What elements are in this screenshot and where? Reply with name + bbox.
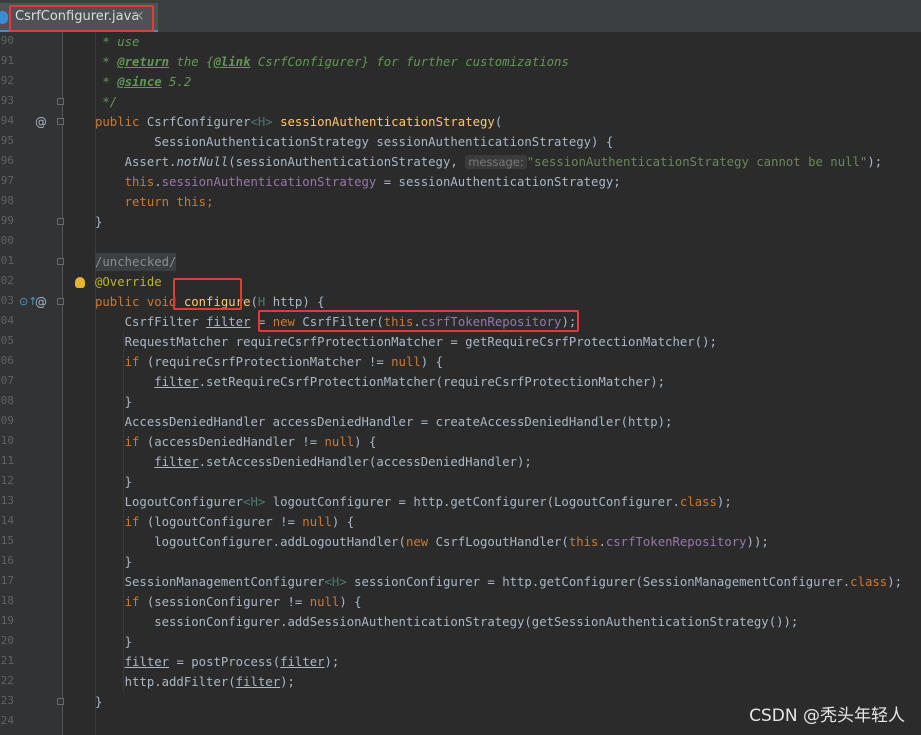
code-line: } — [95, 635, 133, 649]
code-line: * use — [95, 35, 140, 49]
code-line: * @since 5.2 — [95, 75, 192, 89]
code-line: filter.setRequireCsrfProtectionMatcher(r… — [154, 375, 666, 389]
override-annotation: @Override — [95, 275, 162, 289]
csdn-watermark: CSDN @秃头年轻人 — [749, 706, 905, 726]
line-number: 00 — [0, 234, 14, 247]
code-line: } — [95, 555, 133, 569]
code-line: SessionAuthenticationStrategy sessionAut… — [95, 135, 614, 149]
highlight-box-tab — [9, 5, 154, 32]
code-line: AccessDeniedHandler accessDeniedHandler … — [95, 415, 673, 429]
java-class-icon — [0, 11, 8, 24]
code-line: this.sessionAuthenticationStrategy = ses… — [95, 175, 621, 189]
code-line: filter.setAccessDeniedHandler(accessDeni… — [154, 455, 532, 469]
code-line: filter = postProcess(filter); — [124, 655, 340, 669]
parameter-hint: message: — [465, 155, 527, 169]
code-line: } — [95, 215, 103, 229]
code-line: LogoutConfigurer<H> logoutConfigurer = h… — [95, 495, 732, 509]
code-line: SessionManagementConfigurer<H> sessionCo… — [95, 575, 903, 589]
code-line: if (requireCsrfProtectionMatcher != null… — [95, 355, 443, 369]
highlight-box-new-csrffilter — [258, 310, 579, 332]
code-line: } — [95, 475, 133, 489]
code-line: sessionConfigurer.addSessionAuthenticati… — [95, 615, 799, 629]
code-line: if (logoutConfigurer != null) { — [95, 515, 355, 529]
code-line: return this; — [95, 195, 214, 209]
code-line: * @return the {@link CsrfConfigurer} for… — [95, 55, 569, 69]
code-line: */ — [95, 95, 118, 109]
highlight-box-configure — [173, 278, 242, 310]
code-line: RequestMatcher requireCsrfProtectionMatc… — [95, 335, 717, 349]
code-line: Assert.notNull(sessionAuthenticationStra… — [95, 155, 883, 169]
code-line: } — [95, 395, 133, 409]
unchecked-suppression: /unchecked/ — [95, 253, 177, 271]
code-line: if (sessionConfigurer != null) { — [95, 595, 362, 609]
code-line: http.addFilter(filter); — [95, 675, 295, 689]
line-number: 24 — [0, 714, 14, 727]
code-line: public CsrfConfigurer<H> sessionAuthenti… — [95, 115, 503, 129]
code-line: } — [95, 695, 103, 709]
code-line: logoutConfigurer.addLogoutHandler(new Cs… — [95, 535, 769, 549]
code-line: if (accessDeniedHandler != null) { — [95, 435, 377, 449]
